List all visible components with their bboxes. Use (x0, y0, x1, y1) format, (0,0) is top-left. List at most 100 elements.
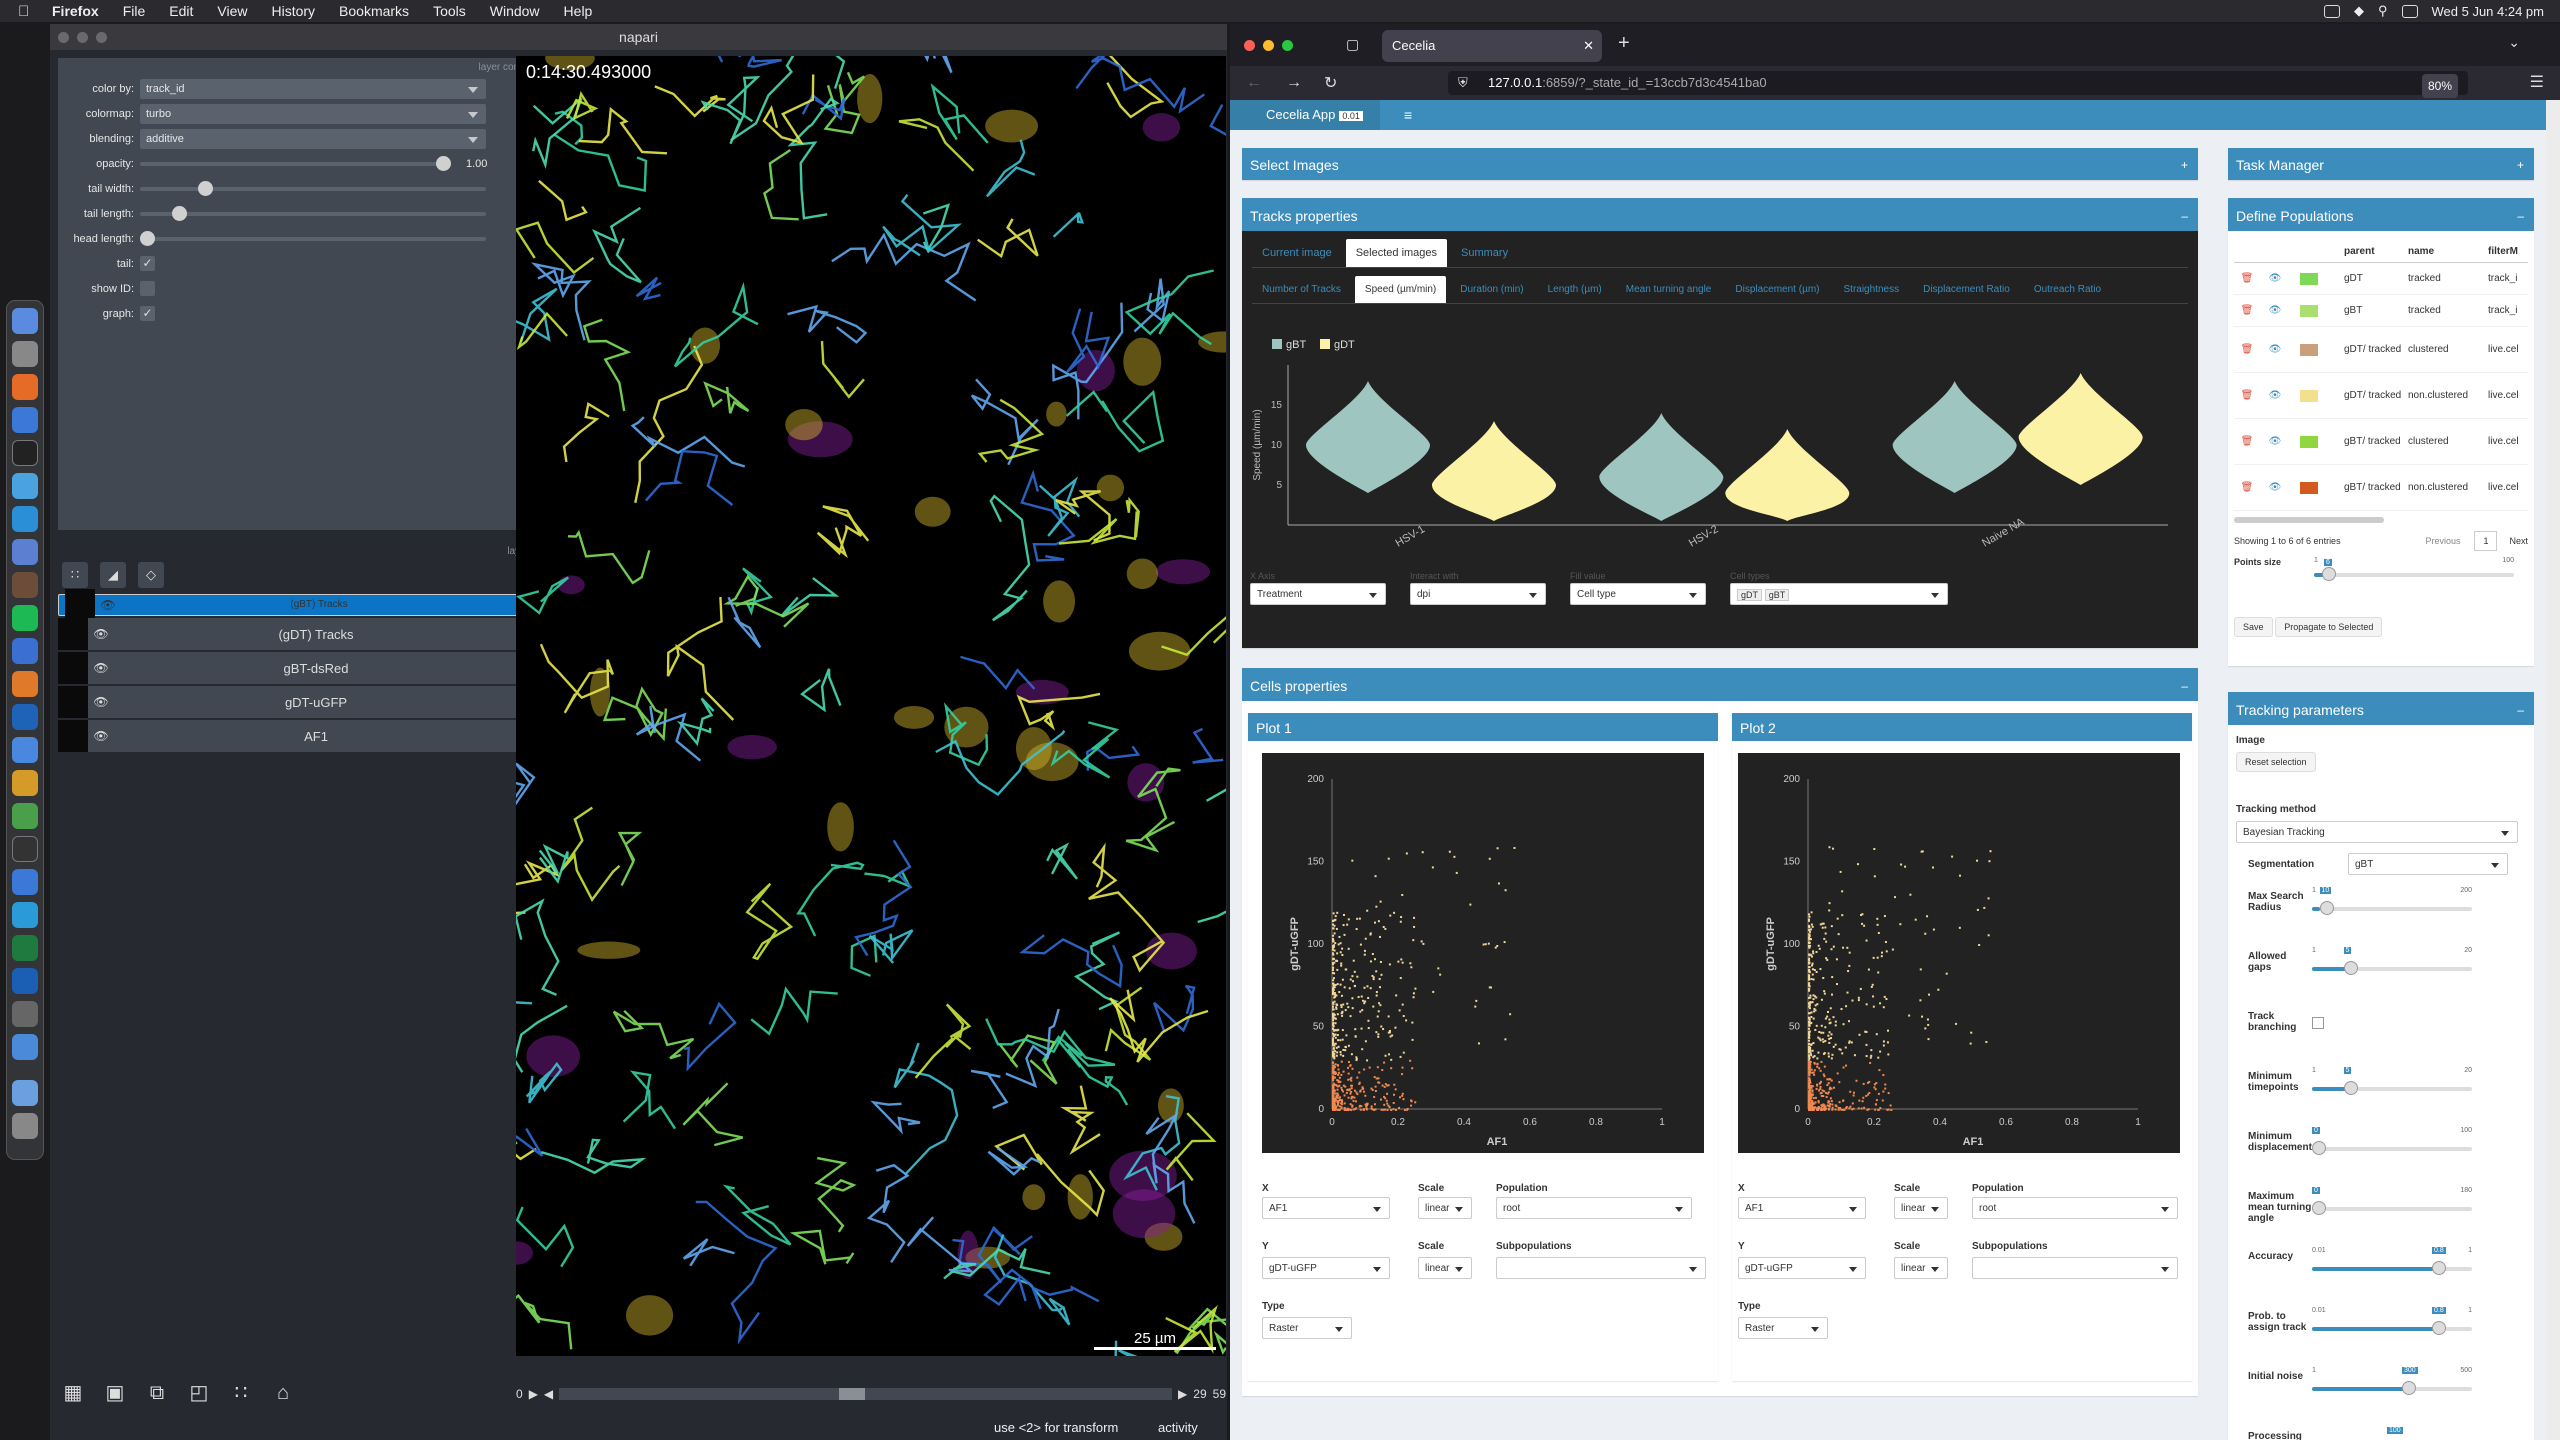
launchpad-icon[interactable] (12, 341, 38, 367)
app-icon[interactable] (12, 671, 38, 697)
scale-select[interactable]: linear (1894, 1197, 1948, 1219)
eye-icon[interactable]: 👁 (2260, 436, 2290, 447)
slider-handle[interactable] (2312, 1201, 2326, 1215)
table-row[interactable]: 🗑 👁 gBT tracked track_i (2234, 295, 2528, 327)
collapse-icon[interactable]: – (2181, 201, 2188, 231)
box-header[interactable]: Tracks properties – (1242, 201, 2198, 231)
step-forward-icon[interactable]: ▶ (1178, 1387, 1187, 1401)
firefox-icon[interactable] (12, 374, 38, 400)
graph-checkbox[interactable]: ✓ (140, 306, 155, 321)
tab-current-image[interactable]: Current image (1252, 239, 1342, 267)
browser-tab[interactable]: Cecelia ✕ (1382, 30, 1602, 62)
eye-icon[interactable]: 👁 (88, 661, 114, 675)
activity-button[interactable]: activity (1158, 1420, 1198, 1435)
table-row[interactable]: 🗑 👁 gDT tracked track_i (2234, 263, 2528, 295)
minimize-dot[interactable] (77, 32, 88, 43)
trash-icon[interactable]: 🗑 (2234, 482, 2260, 493)
shield-icon[interactable]: ⛨ (1458, 71, 1468, 95)
menu-file[interactable]: File (123, 3, 146, 19)
eye-icon[interactable]: 👁 (2260, 390, 2290, 401)
slider-handle[interactable] (2402, 1381, 2416, 1395)
cell-types-input[interactable]: gDT gBT (1730, 583, 1948, 605)
menu-tools[interactable]: Tools (433, 3, 466, 19)
app-icon[interactable] (12, 473, 38, 499)
box-header[interactable]: Cells properties – (1242, 671, 2198, 701)
color-swatch-cell[interactable] (2290, 389, 2344, 402)
slider-handle[interactable] (2432, 1261, 2446, 1275)
new-shapes-button[interactable]: ◢ (100, 562, 126, 588)
frame-handle[interactable] (839, 1388, 866, 1400)
x-select[interactable]: AF1 (1738, 1197, 1866, 1219)
color-swatch[interactable] (2300, 435, 2318, 448)
reload-icon[interactable]: ↻ (1324, 73, 1337, 93)
layer-row[interactable]: 👁gBT-dsRed▣ (58, 652, 548, 684)
wifi-icon[interactable]: ◆ (2354, 3, 2364, 19)
tab-summary[interactable]: Summary (1451, 239, 1518, 267)
color-swatch[interactable] (2300, 389, 2318, 402)
tail-width-handle[interactable] (198, 180, 213, 196)
slider-handle[interactable] (2319, 901, 2334, 915)
zoom-dot[interactable] (1282, 40, 1293, 51)
collapse-icon[interactable]: – (2517, 695, 2524, 725)
scale-select[interactable]: linear (1418, 1257, 1472, 1279)
play-icon[interactable]: ▶ (529, 1387, 538, 1401)
grid-icon[interactable]: ∷ (228, 1380, 254, 1406)
save-button[interactable]: Save (2234, 617, 2273, 637)
tab-speed[interactable]: Speed (µm/min) (1354, 276, 1447, 303)
status-icon[interactable] (2323, 4, 2340, 18)
col-filter[interactable]: filterM (2488, 246, 2528, 257)
tab-straightness[interactable]: Straightness (1834, 276, 1910, 303)
layer-row[interactable]: 👁(gBT) Tracks⇄ (58, 589, 548, 621)
head-length-slider[interactable] (140, 230, 486, 246)
tail-width-slider[interactable] (140, 180, 486, 196)
app-icon[interactable] (12, 836, 38, 862)
param-slider[interactable] (2312, 1201, 2472, 1215)
eye-icon[interactable]: 👁 (2260, 482, 2290, 493)
param-slider[interactable] (2312, 1261, 2472, 1275)
console-icon[interactable]: ▦ (60, 1380, 86, 1406)
browser-icon[interactable] (12, 407, 38, 433)
layer-name[interactable]: (gDT) Tracks (114, 627, 518, 642)
population-select[interactable]: root (1496, 1197, 1692, 1219)
forward-icon[interactable]: → (1286, 74, 1302, 92)
zoom-indicator[interactable]: 80% (2421, 74, 2458, 98)
close-dot[interactable] (1244, 40, 1255, 51)
color-swatch-cell[interactable] (2290, 304, 2344, 317)
viewer-canvas[interactable]: 0:14:30.493000 25 µm (516, 56, 1226, 1356)
eye-icon[interactable]: 👁 (2260, 305, 2290, 316)
home-icon[interactable]: ⌂ (270, 1380, 296, 1406)
tab-length[interactable]: Length (µm) (1538, 276, 1612, 303)
spotify-icon[interactable] (12, 605, 38, 631)
search-icon[interactable]: ⚲ (2378, 3, 2388, 19)
scatter-plot-2[interactable]: 0 50 100 150 200 0 0.2 0.4 0.6 0.8 1 AF1 gDT-uGFP (1738, 753, 2180, 1153)
ndisplay-icon[interactable]: ▣ (102, 1380, 128, 1406)
slider-handle[interactable] (2343, 1081, 2358, 1095)
x-select[interactable]: AF1 (1262, 1197, 1390, 1219)
app-icon[interactable] (12, 638, 38, 664)
layer-row[interactable]: 👁AF1▣ (58, 720, 548, 752)
tab-duration[interactable]: Duration (min) (1450, 276, 1533, 303)
close-dot[interactable] (58, 32, 69, 43)
excel-icon[interactable] (12, 935, 38, 961)
subpopulations-input[interactable] (1496, 1257, 1706, 1279)
menu-view[interactable]: View (217, 3, 247, 19)
head-length-handle[interactable] (140, 230, 155, 246)
color-swatch-cell[interactable] (2290, 481, 2344, 494)
color-swatch-cell[interactable] (2290, 435, 2344, 448)
transpose-icon[interactable]: ◰ (186, 1380, 212, 1406)
param-slider[interactable] (2312, 1381, 2472, 1395)
frame-slider[interactable] (559, 1388, 1173, 1400)
box-header[interactable]: Task Manager + (2228, 151, 2534, 180)
app-icon[interactable] (12, 704, 38, 730)
layer-name[interactable]: gDT-uGFP (114, 695, 518, 710)
color-swatch-cell[interactable] (2290, 343, 2344, 356)
color-swatch-cell[interactable] (2290, 272, 2344, 285)
y-select[interactable]: gDT-uGFP (1738, 1257, 1866, 1279)
eye-icon[interactable]: 👁 (95, 594, 121, 616)
clock[interactable]: Wed 5 Jun 4:24 pm (2432, 4, 2545, 19)
drive-icon[interactable] (12, 902, 38, 928)
show-id-checkbox[interactable] (140, 281, 155, 296)
layer-name[interactable]: gBT-dsRed (114, 661, 518, 676)
col-name[interactable]: name (2408, 246, 2488, 257)
menu-window[interactable]: Window (490, 3, 540, 19)
